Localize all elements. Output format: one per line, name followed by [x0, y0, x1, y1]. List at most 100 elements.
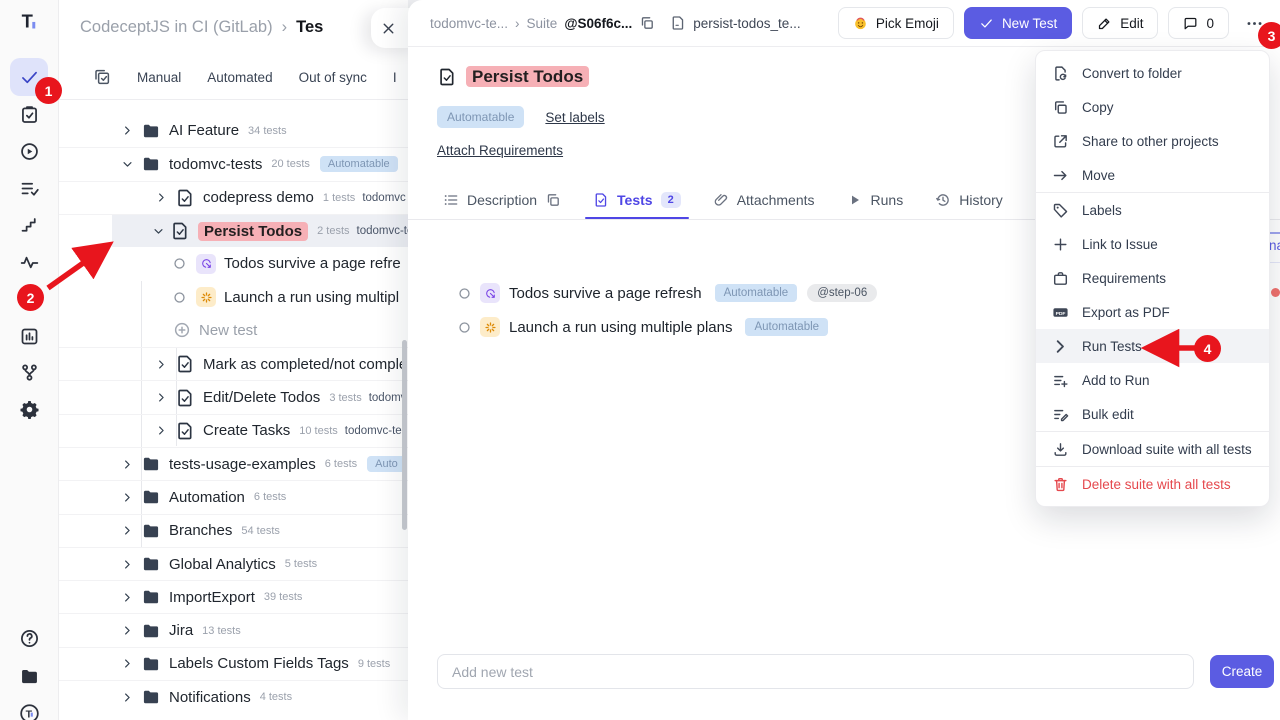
- rail-item-play-circle[interactable]: [10, 132, 48, 170]
- chevron-right-icon-wrap[interactable]: [153, 392, 169, 403]
- chevron-right-icon-wrap[interactable]: [153, 192, 169, 203]
- menu-item-export-as-pdf[interactable]: PDFExport as PDF: [1036, 295, 1269, 329]
- rail-item-activity[interactable]: [10, 243, 48, 281]
- test-title[interactable]: Launch a run using multiple plans: [509, 319, 732, 336]
- tree-row-count: 20 tests: [271, 158, 310, 170]
- more-options-button[interactable]: [1239, 7, 1270, 39]
- chevron-right-icon-wrap[interactable]: [119, 559, 135, 570]
- tree-row[interactable]: ImportExport39 tests: [59, 580, 408, 613]
- test-row[interactable]: Todos survive a page refreshAutomatable@…: [458, 276, 877, 310]
- tree-row-label: tests-usage-examples: [169, 456, 316, 473]
- pick-emoji-button[interactable]: Pick Emoji: [838, 7, 954, 39]
- chevron-right-icon-wrap[interactable]: [119, 658, 135, 669]
- set-labels-link[interactable]: Set labels: [545, 110, 604, 125]
- suite-id[interactable]: @S06f6c...: [564, 16, 632, 31]
- filter-out-of-sync[interactable]: Out of sync: [299, 70, 367, 85]
- circle-icon[interactable]: [458, 321, 471, 334]
- clipped-tab-underline: [1269, 232, 1280, 234]
- menu-item-move[interactable]: Move: [1036, 158, 1269, 192]
- tree-row[interactable]: Notifications4 tests: [59, 680, 408, 713]
- tree-row-label: AI Feature: [169, 122, 239, 139]
- chevron-right-icon-wrap[interactable]: [119, 459, 135, 470]
- attach-requirements-link[interactable]: Attach Requirements: [437, 143, 563, 158]
- tree-row-count: 13 tests: [202, 625, 241, 637]
- rail-item-bar-chart[interactable]: [10, 317, 48, 355]
- menu-item-delete-suite-with-all-tests[interactable]: Delete suite with all tests: [1036, 467, 1269, 501]
- tree-row[interactable]: Jira13 tests: [59, 613, 408, 646]
- menu-item-share-to-other-projects[interactable]: Share to other projects: [1036, 124, 1269, 158]
- menu-item-run-tests[interactable]: Run Tests: [1036, 329, 1269, 363]
- tree-row[interactable]: codepress demo1 teststodomvc: [59, 181, 408, 214]
- copy-icon[interactable]: [639, 15, 655, 31]
- spark-icon: [200, 291, 213, 304]
- rail-item-git-branch[interactable]: [10, 353, 48, 391]
- tree-row[interactable]: New test: [59, 314, 408, 347]
- tree-row[interactable]: Launch a run using multipl: [59, 280, 408, 313]
- tab-runs[interactable]: Runs: [847, 181, 904, 219]
- tab-attachments[interactable]: Attachments: [713, 181, 815, 219]
- circle-icon[interactable]: [458, 287, 471, 300]
- suite-breadcrumb-parent[interactable]: todomvc-te...: [430, 16, 508, 31]
- menu-item-download-suite-with-all-tests[interactable]: Download suite with all tests: [1036, 432, 1269, 466]
- filter-automated[interactable]: Automated: [207, 70, 272, 85]
- filter-manual[interactable]: Manual: [137, 70, 181, 85]
- tree-row[interactable]: AI Feature34 tests: [59, 114, 408, 147]
- rail-item-steps[interactable]: [10, 206, 48, 244]
- chevron-down-icon-wrap[interactable]: [153, 226, 164, 237]
- automatable-badge: Automatable: [715, 284, 798, 302]
- chevron-right-icon-wrap[interactable]: [119, 625, 135, 636]
- rail-item-folder-solid[interactable]: [10, 657, 48, 695]
- rail-item-gear[interactable]: [10, 390, 48, 428]
- menu-item-link-to-issue[interactable]: Link to Issue: [1036, 227, 1269, 261]
- breadcrumb-project[interactable]: CodeceptJS in CI (GitLab): [80, 18, 273, 37]
- tree-row[interactable]: Automation6 tests: [59, 480, 408, 513]
- chevron-right-icon-wrap[interactable]: [119, 125, 135, 136]
- tree-row[interactable]: Todos survive a page refre: [59, 247, 408, 280]
- tree-row-suffix: todomvc-tes: [345, 425, 408, 437]
- menu-item-labels[interactable]: Labels: [1036, 193, 1269, 227]
- tree-scrollbar[interactable]: [402, 340, 407, 530]
- rail-item-avatar-t[interactable]: T: [10, 694, 48, 720]
- cursor-click-icon-box: [480, 283, 500, 303]
- tab-tests[interactable]: Tests2: [593, 181, 681, 219]
- create-button[interactable]: Create: [1210, 655, 1274, 688]
- rail-item-check[interactable]: [10, 58, 48, 96]
- tree-row[interactable]: Labels Custom Fields Tags9 tests: [59, 647, 408, 680]
- edit-button[interactable]: Edit: [1082, 7, 1158, 39]
- rail-item-help-circle[interactable]: [10, 619, 48, 657]
- tree-row[interactable]: Branches54 tests: [59, 514, 408, 547]
- tree-row[interactable]: Persist Todos2 teststodomvc-tes: [59, 214, 408, 247]
- rail-item-logo-t[interactable]: T: [10, 2, 48, 40]
- filter-i[interactable]: I: [393, 70, 397, 85]
- add-new-test-input[interactable]: [437, 654, 1194, 689]
- suite-file-name[interactable]: persist-todos_te...: [693, 16, 800, 31]
- tree-row[interactable]: Mark as completed/not comple: [59, 347, 408, 380]
- copy-icon[interactable]: [545, 192, 561, 208]
- rail-item-box-arrow[interactable]: [10, 280, 48, 318]
- menu-item-bulk-edit[interactable]: Bulk edit: [1036, 397, 1269, 431]
- chevron-right-icon-wrap[interactable]: [119, 692, 135, 703]
- test-row[interactable]: Launch a run using multiple plansAutomat…: [458, 310, 877, 344]
- menu-item-add-to-run[interactable]: Add to Run: [1036, 363, 1269, 397]
- chevron-right-icon-wrap[interactable]: [119, 525, 135, 536]
- rail-item-clipboard-check[interactable]: [10, 95, 48, 133]
- test-title[interactable]: Todos survive a page refresh: [509, 285, 702, 302]
- chevron-right-icon-wrap[interactable]: [119, 592, 135, 603]
- tree-row[interactable]: Edit/Delete Todos3 teststodomv: [59, 380, 408, 413]
- menu-item-copy[interactable]: Copy: [1036, 90, 1269, 124]
- tree-row[interactable]: todomvc-tests20 testsAutomatable: [59, 147, 408, 180]
- chevron-right-icon-wrap[interactable]: [153, 359, 169, 370]
- tree-row[interactable]: Global Analytics5 tests: [59, 547, 408, 580]
- chevron-right-icon-wrap[interactable]: [153, 425, 169, 436]
- new-test-button[interactable]: New Test: [964, 7, 1072, 39]
- menu-item-requirements[interactable]: Requirements: [1036, 261, 1269, 295]
- chevron-right-icon-wrap[interactable]: [119, 492, 135, 503]
- chevron-down-icon-wrap[interactable]: [119, 159, 135, 170]
- tab-description[interactable]: Description: [443, 181, 561, 219]
- tab-history[interactable]: History: [935, 181, 1003, 219]
- tree-row[interactable]: tests-usage-examples6 testsAuto: [59, 447, 408, 480]
- tree-row[interactable]: Create Tasks10 teststodomvc-tes: [59, 414, 408, 447]
- menu-item-convert-to-folder[interactable]: Convert to folder: [1036, 56, 1269, 90]
- rail-item-list-check[interactable]: [10, 169, 48, 207]
- comments-button[interactable]: 0: [1168, 7, 1229, 39]
